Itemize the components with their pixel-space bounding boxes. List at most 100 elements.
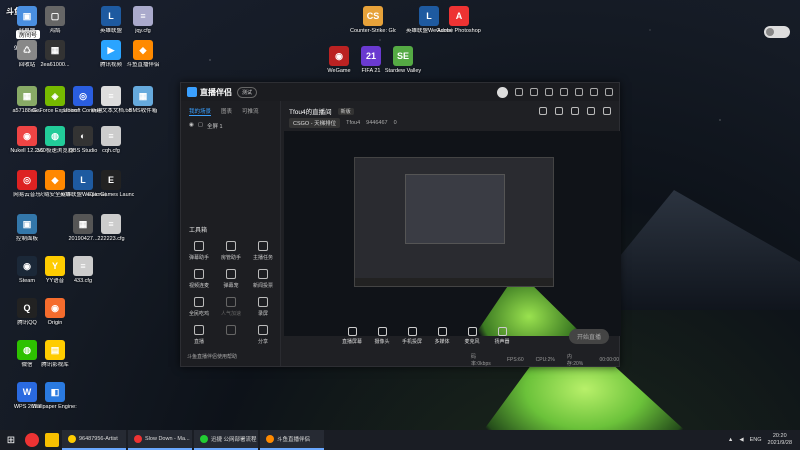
tab-charts[interactable]: 图表 — [221, 107, 232, 116]
status-item: FPS:60 — [506, 357, 524, 363]
desktop-icon[interactable]: ◧ Wallpaper Engine: ... — [32, 382, 78, 410]
chrome-icon[interactable] — [25, 433, 39, 447]
gift-icon[interactable] — [555, 107, 563, 115]
skin-icon[interactable] — [530, 88, 538, 96]
task-label: 96487956-Artist — [79, 436, 118, 442]
likes-count: 0 — [393, 120, 397, 126]
tool-button[interactable]: 视频连麦 — [183, 269, 215, 289]
tool-button[interactable]: 弹幕宠 — [215, 269, 247, 289]
close-icon[interactable] — [605, 88, 613, 96]
stream-preview[interactable] — [284, 131, 621, 336]
control-button[interactable]: 直播屏幕 — [341, 327, 363, 345]
desktop-icon-label: 2ea61000... — [40, 62, 70, 68]
desktop-icon[interactable]: E Epic Games Launcher — [88, 170, 134, 198]
control-label: 手机投屏 — [401, 339, 422, 345]
desktop-icon[interactable]: ▤ 腾讯影视库 — [32, 340, 78, 368]
control-button[interactable]: 摄像头 — [371, 327, 393, 345]
tool-button[interactable]: 录屏 — [247, 297, 279, 317]
menu-icon[interactable] — [560, 88, 568, 96]
control-button[interactable]: 麦克风 — [461, 327, 483, 345]
toolbox-title: 工具箱 — [189, 228, 208, 234]
desktop-icon[interactable]: ▣ 控制面板 — [4, 214, 50, 242]
app-icon: ▦ — [45, 40, 65, 60]
tab-stream[interactable]: 可推流 — [242, 107, 259, 116]
tool-label: 弹幕宠 — [223, 283, 239, 289]
tool-icon — [226, 325, 236, 335]
control-button[interactable]: 多媒体 — [431, 327, 453, 345]
record-icon[interactable] — [539, 107, 547, 115]
desktop-icon-label: Epic Games Launcher — [88, 192, 134, 198]
eye-icon[interactable]: ◉ — [189, 122, 194, 130]
share-icon[interactable] — [603, 107, 611, 115]
scene-label: 全屏 1 — [207, 124, 223, 130]
status-item: 码率:0kbps — [471, 354, 491, 367]
message-icon[interactable] — [515, 88, 523, 96]
nested-taskbar — [355, 278, 553, 286]
scene-sidebar: 我的场景 图表 可推流 ◉ ▢ 全屏 1 工具箱 弹幕助手 房管助手 主播任务视频连麦弹… — [181, 101, 281, 366]
desktop-icon[interactable]: ≡ jqy.cfg — [120, 6, 166, 34]
desktop-icon[interactable]: ≡ 433.cfg — [60, 256, 106, 284]
control-label: 直播屏幕 — [341, 339, 362, 345]
taskbar-task[interactable]: 斗鱼直播伴侣 — [260, 430, 324, 450]
app-icon: CS — [363, 6, 383, 26]
network-icon[interactable]: ▲ — [728, 437, 733, 443]
tool-button[interactable] — [215, 325, 247, 345]
desktop-icon[interactable]: ◆ 斗鱼直播伴侣 — [120, 40, 166, 68]
tab-scenes[interactable]: 我的场景 — [189, 107, 212, 116]
user-avatar[interactable] — [497, 86, 508, 98]
tool-label: 新闻投票 — [252, 283, 273, 289]
toggle-switch[interactable] — [764, 26, 790, 38]
category-select[interactable]: CSGO - 天梯排位 — [289, 118, 341, 128]
language-indicator[interactable]: ENG — [750, 437, 762, 443]
maximize-icon[interactable] — [590, 88, 598, 96]
tool-button[interactable]: 人气加速 — [215, 297, 247, 317]
app-icon: ≡ — [101, 214, 121, 234]
app-icon: ◉ — [45, 298, 65, 318]
desktop-icon-label: Stardew Valley — [384, 68, 422, 74]
control-button[interactable]: 手机投屏 — [401, 327, 423, 345]
taskbar-task[interactable]: 迅捷 公网部署流程 — [194, 430, 258, 450]
windows-start-icon[interactable]: ⊞ — [0, 435, 22, 446]
tool-button[interactable]: 全民吃鸡 — [183, 297, 215, 317]
lock-icon[interactable]: ▢ — [198, 122, 203, 130]
taskbar-task[interactable]: 96487956-Artist — [62, 430, 126, 450]
desktop-icon[interactable]: A Adobe Photoshop — [436, 6, 482, 34]
desktop-icon[interactable]: ≡ cqh.cfg — [88, 126, 134, 154]
desktop-icon-label: BMS收件箱 — [128, 108, 158, 114]
scene-item[interactable]: ◉ ▢ 全屏 1 — [181, 120, 280, 132]
folder-icon[interactable] — [45, 433, 59, 447]
desktop-icon[interactable]: ▦ 2ea61000... — [32, 40, 78, 68]
tool-button[interactable]: 新闻投票 — [247, 269, 279, 289]
minimize-icon[interactable] — [575, 88, 583, 96]
tool-button[interactable]: 房管助手 — [215, 241, 247, 261]
control-icon — [347, 327, 357, 336]
tool-button[interactable]: 主播任务 — [247, 241, 279, 261]
desktop-icon[interactable]: ≡ 222223.cfg — [88, 214, 134, 242]
tool-label: 直播 — [193, 339, 204, 345]
control-button[interactable]: 扬声器 — [491, 327, 513, 345]
tool-label: 录屏 — [257, 311, 268, 317]
tool-icon — [194, 297, 204, 307]
bell-icon[interactable] — [587, 107, 595, 115]
layout-icon[interactable] — [571, 107, 579, 115]
tool-button[interactable]: 直播 — [183, 325, 215, 345]
stream-title[interactable]: Tfou4的直播间 — [289, 106, 332, 116]
desktop-icon[interactable]: SE Stardew Valley — [380, 46, 426, 74]
tool-button[interactable]: 弹幕助手 — [183, 241, 215, 261]
clock[interactable]: 20:20 2021/9/28 — [768, 433, 792, 447]
desktop-icon[interactable]: ◉ Origin — [32, 298, 78, 326]
stream-tag: 新版 — [337, 107, 354, 115]
volume-icon[interactable]: ◀ — [739, 437, 743, 443]
desktop-icon[interactable]: CS Counter-Strike: Global Off... — [350, 6, 396, 34]
desktop-icon[interactable]: ▢ 鸿鹄 — [32, 6, 78, 34]
help-link[interactable]: 斗鱼直播伴侣使用帮助 — [187, 353, 237, 360]
task-label: 迅捷 公网部署流程 — [211, 437, 257, 443]
tool-button[interactable]: 分享 — [247, 325, 279, 345]
app-icon: ≡ — [101, 126, 121, 146]
go-live-button[interactable]: 开始直播 — [568, 328, 609, 344]
settings-icon[interactable] — [545, 88, 553, 96]
room-id: 9446467 — [366, 120, 388, 126]
desktop-icon[interactable]: ▦ BMS收件箱 — [120, 86, 166, 114]
app-icon: ▦ — [133, 86, 153, 106]
taskbar-task[interactable]: Slow Down - Ma... — [128, 430, 192, 450]
